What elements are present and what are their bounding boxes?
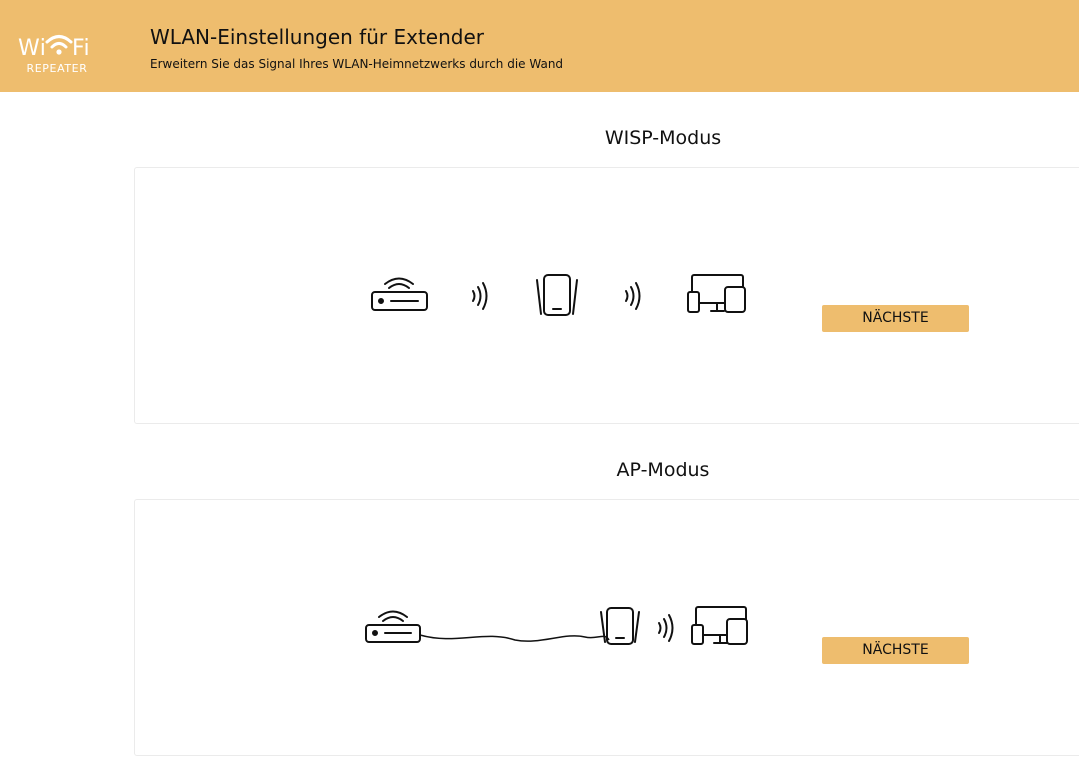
router-icon — [365, 610, 421, 643]
ap-next-button[interactable]: NÄCHSTE — [822, 637, 969, 664]
wisp-mode-panel: NÄCHSTE — [134, 167, 1079, 424]
wireless-signal-icon — [625, 282, 641, 310]
page-subtitle: Erweitern Sie das Signal Ihres WLAN-Heim… — [150, 57, 564, 71]
wifi-logo-icon — [45, 35, 73, 55]
wisp-diagram — [371, 274, 746, 316]
logo-word-left: Wi — [18, 36, 47, 61]
repeater-icon — [600, 607, 640, 645]
header-bar: Wi Fi REPEATER WLAN-Einstellungen für Ex… — [0, 0, 1079, 92]
wifi-repeater-logo: Wi Fi REPEATER — [14, 28, 100, 78]
wisp-mode-title: WISP-Modus — [604, 127, 722, 149]
wireless-signal-icon — [472, 282, 488, 310]
ap-mode-panel: NÄCHSTE — [134, 499, 1079, 756]
cable-icon — [419, 634, 610, 642]
page-title: WLAN-Einstellungen für Extender — [150, 25, 484, 49]
repeater-icon — [536, 274, 578, 316]
wireless-signal-icon — [658, 614, 674, 642]
logo-word-right: Fi — [72, 36, 91, 61]
logo-subtitle: REPEATER — [26, 62, 88, 75]
devices-icon — [687, 274, 746, 313]
ap-mode-title: AP-Modus — [616, 459, 710, 481]
ap-diagram — [365, 606, 748, 645]
devices-icon — [691, 606, 748, 645]
wisp-next-button[interactable]: NÄCHSTE — [822, 305, 969, 332]
router-icon — [371, 277, 428, 311]
